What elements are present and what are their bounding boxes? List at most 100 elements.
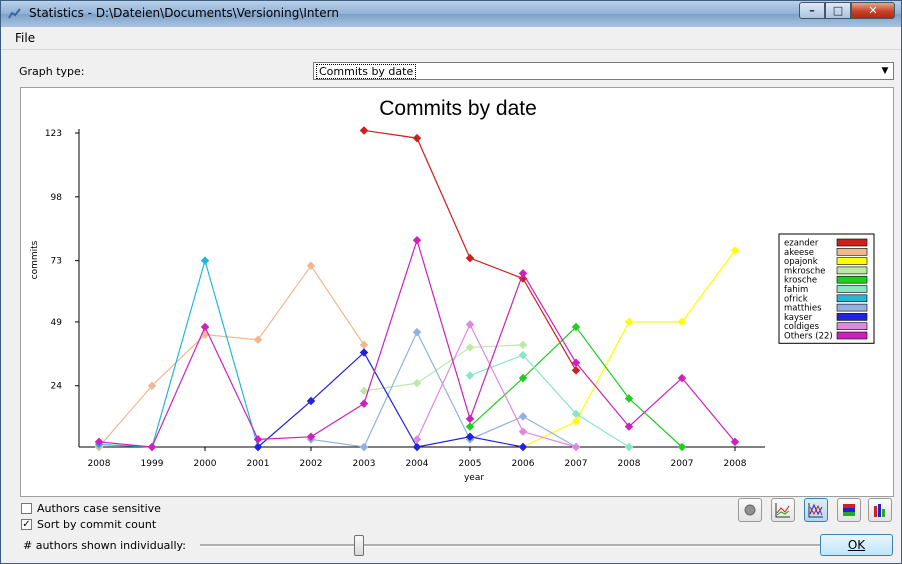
series-point	[465, 414, 475, 424]
series-point	[359, 340, 369, 350]
stats-circle-icon	[744, 504, 756, 516]
maximize-button[interactable]: □	[825, 2, 851, 19]
authors-shown-label: # authors shown individually:	[23, 539, 186, 552]
legend-label: Others (22)	[784, 332, 833, 342]
statistics-window: Statistics - D:\Dateien\Documents\Versio…	[0, 0, 902, 564]
x-tick-label: 2008	[88, 459, 111, 469]
x-tick-label: 2004	[406, 459, 429, 469]
case-sensitive-option[interactable]: Authors case sensitive	[21, 502, 161, 515]
chart-legend: ezanderakeeseopajonkmkroschekroschefahim…	[778, 233, 875, 344]
graph-type-value: Commits by date	[316, 64, 417, 79]
x-tick-label: 2008	[724, 459, 747, 469]
series-point	[518, 269, 528, 278]
series-point	[624, 442, 634, 452]
minimize-icon: –	[809, 4, 815, 17]
series-point	[412, 442, 422, 452]
series-point	[465, 371, 475, 380]
legend-swatch	[836, 285, 868, 293]
y-tick-label: 98	[51, 193, 63, 203]
y-tick-label: 49	[51, 318, 63, 328]
series-point	[730, 246, 740, 255]
series-point	[306, 261, 316, 270]
graph-type-label: Graph type:	[19, 65, 85, 78]
x-tick-label: 1999	[141, 459, 164, 469]
chart-axes	[78, 129, 765, 448]
minimize-button[interactable]: –	[799, 2, 825, 19]
legend-swatch	[836, 331, 868, 340]
series-point	[571, 417, 581, 426]
x-tick-label: 2000	[194, 459, 217, 469]
series-point	[412, 378, 422, 388]
window-title: Statistics - D:\Dateien\Documents\Versio…	[29, 6, 339, 20]
legend-swatch	[836, 238, 868, 247]
series-line	[416, 323, 577, 448]
case-sensitive-label: Authors case sensitive	[37, 502, 161, 515]
stacked-bar-chart-button[interactable]	[837, 498, 861, 522]
series-point	[412, 327, 422, 337]
line-chart-icon	[775, 503, 790, 518]
title-bar[interactable]: Statistics - D:\Dateien\Documents\Versio…	[1, 1, 901, 27]
authors-slider-track[interactable]	[200, 544, 892, 547]
series-point	[412, 235, 422, 245]
legend-swatch	[836, 294, 868, 303]
series-point	[571, 442, 581, 452]
series-line	[469, 326, 683, 448]
series-point	[359, 442, 369, 452]
chevron-down-icon[interactable]: ▼	[877, 63, 893, 79]
series-point	[518, 340, 528, 350]
legend-swatch	[836, 313, 868, 321]
window-controls: – □ ✕	[799, 2, 895, 20]
chart-title: Commits by date	[379, 97, 537, 120]
authors-slider-thumb[interactable]	[354, 535, 365, 556]
y-tick-label: 123	[45, 129, 62, 139]
series-point	[253, 335, 263, 345]
legend-swatch	[836, 322, 868, 330]
stacked-bar-chart-icon	[843, 504, 855, 516]
series-point	[518, 427, 528, 436]
series-point	[518, 442, 528, 452]
close-icon: ✕	[868, 4, 878, 17]
stacked-line-chart-icon	[808, 503, 823, 518]
ok-button[interactable]: OK	[820, 534, 893, 556]
legend-swatch	[836, 248, 868, 256]
series-line	[98, 264, 365, 448]
series-point	[465, 343, 475, 352]
series-line	[257, 351, 524, 448]
sort-by-count-label: Sort by commit count	[37, 518, 157, 531]
legend-swatch	[836, 275, 868, 284]
case-sensitive-checkbox[interactable]	[21, 503, 32, 514]
x-axis-label: year	[464, 473, 484, 483]
sort-by-count-option[interactable]: ✓ Sort by commit count	[21, 518, 156, 531]
commits-chart: Commits by date 244973981232008 1999 2000 2…	[30, 97, 875, 483]
series-point	[359, 399, 369, 408]
series-point	[624, 317, 634, 327]
x-tick-label: 2006	[512, 459, 535, 469]
app-icon	[8, 8, 21, 19]
bar-chart-icon	[874, 504, 885, 517]
series-line	[469, 354, 630, 448]
sort-by-count-checkbox[interactable]: ✓	[21, 519, 32, 530]
legend-swatch	[836, 266, 868, 275]
y-tick-label: 73	[51, 257, 62, 267]
maximize-icon: □	[832, 4, 844, 17]
series-line	[522, 250, 736, 448]
bar-chart-button[interactable]	[868, 498, 892, 522]
stacked-line-chart-button[interactable]	[804, 498, 828, 522]
menu-bar: File	[1, 28, 901, 50]
y-axis-label: commits	[30, 240, 40, 279]
graph-type-select[interactable]: Commits by date ▼	[313, 62, 894, 80]
series-point	[518, 412, 528, 421]
close-button[interactable]: ✕	[851, 2, 895, 19]
line-chart-button[interactable]	[771, 498, 795, 522]
x-tick-label: 2001	[247, 459, 270, 469]
x-tick-label: 2008	[618, 459, 641, 469]
series-point	[677, 317, 687, 327]
x-tick-label: 2003	[353, 459, 376, 469]
x-tick-label: 2002	[300, 459, 323, 469]
stats-circle-button[interactable]	[738, 498, 762, 522]
menu-file[interactable]: File	[15, 31, 35, 45]
chart-series	[94, 126, 740, 452]
x-tick-label: 2005	[459, 459, 482, 469]
series-point	[465, 253, 475, 263]
chart-panel: Commits by date 24 49 73 98 123 2008 1999 2000 2…	[20, 87, 894, 497]
